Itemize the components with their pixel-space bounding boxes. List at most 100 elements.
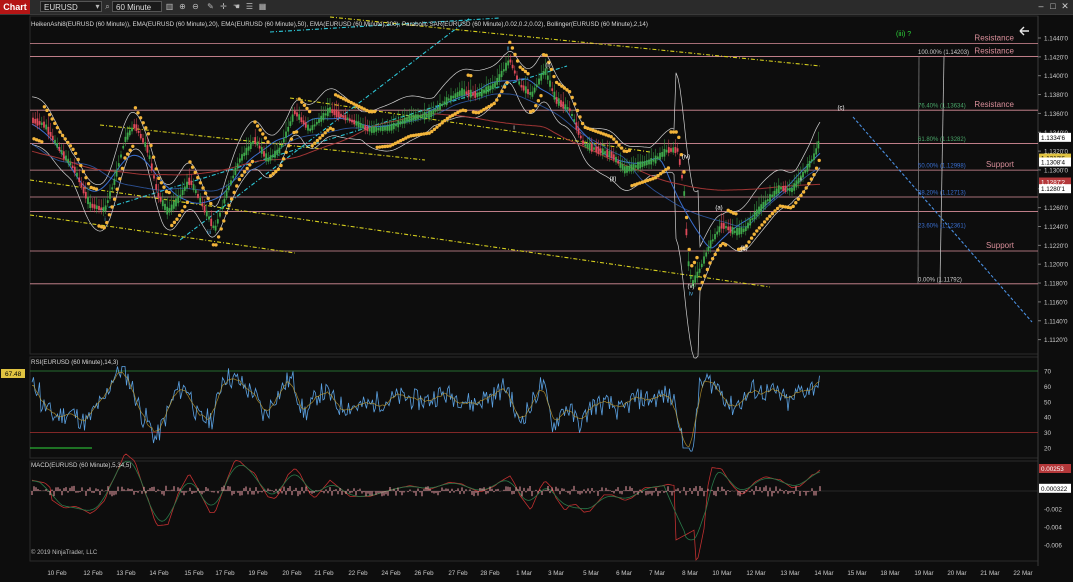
time-axis-label: 6 Mar <box>616 570 632 577</box>
candle-body <box>304 122 307 128</box>
candle-body <box>280 144 283 148</box>
sar-dot <box>430 129 434 134</box>
candle-body <box>76 172 78 177</box>
candle-body <box>106 200 109 203</box>
sar-dot <box>814 166 819 170</box>
candle-body <box>370 126 373 133</box>
candle-body <box>648 159 650 165</box>
time-axis-label: 21 Mar <box>980 570 999 577</box>
candle-body <box>478 92 481 96</box>
candle-body <box>751 217 754 220</box>
candle-body <box>606 149 609 158</box>
candle-body <box>555 97 558 104</box>
sar-dot <box>263 136 268 140</box>
candle-body <box>731 227 734 235</box>
candle-body <box>764 200 767 206</box>
candle-body <box>430 110 433 118</box>
sar-dot <box>149 143 153 148</box>
candle-body <box>337 111 340 118</box>
sar-dot <box>469 73 473 78</box>
fib-level-label: 76.40% (1.13634) <box>918 104 966 110</box>
candle-body <box>749 218 752 226</box>
sar-dot <box>372 109 377 114</box>
macd-label: MACD(EURUSD (60 Minute),5,34,5) <box>31 462 131 469</box>
candle-body <box>725 226 727 229</box>
sar-dot <box>300 100 304 104</box>
wave-annotation: (c) <box>838 106 845 112</box>
sar-dot <box>700 280 704 285</box>
sar-dot <box>40 140 44 144</box>
sar-dot <box>708 261 712 265</box>
sar-dot <box>281 157 286 161</box>
candle-body <box>458 90 461 96</box>
candle-body <box>802 172 804 178</box>
candle-body <box>102 207 105 212</box>
sar-dot <box>123 156 127 160</box>
fib-level-label: 61.80% (1.13282) <box>918 137 966 143</box>
candle-body <box>480 88 483 97</box>
candle-body <box>45 124 48 130</box>
back-arrow-icon[interactable] <box>1019 26 1029 36</box>
price-axis-label: 1.1220'0 <box>1044 243 1068 250</box>
sar-dot <box>432 127 437 132</box>
candle-body <box>344 115 347 121</box>
candle-body <box>302 120 305 125</box>
candle-body <box>69 162 72 166</box>
sar-dot <box>167 190 171 195</box>
price-axis-label: 1.1440'0 <box>1044 36 1068 43</box>
candle-body <box>434 109 437 112</box>
sar-dot <box>271 171 275 176</box>
candle-body <box>234 167 237 176</box>
candle-body <box>67 158 70 164</box>
candle-body <box>40 122 43 125</box>
candle-body <box>742 228 745 232</box>
sar-dot <box>804 186 808 190</box>
candle-body <box>392 122 395 130</box>
candle-body <box>307 124 309 131</box>
candle-body <box>784 185 787 192</box>
sar-dot <box>552 74 556 79</box>
candle-body <box>716 231 719 235</box>
candle-body <box>276 149 279 155</box>
sar-dot <box>253 120 257 124</box>
candle-body <box>49 132 52 137</box>
time-axis-label: 8 Mar <box>682 570 698 577</box>
candle-body <box>696 271 699 279</box>
candle-body <box>212 225 215 229</box>
candle-body <box>760 204 763 212</box>
sar-dot <box>66 140 70 145</box>
sar-dot <box>573 102 577 106</box>
sar-dot <box>180 209 184 213</box>
candle-body <box>267 157 270 162</box>
candle-body <box>533 87 536 93</box>
sar-dot <box>81 169 86 174</box>
sar-dot <box>495 98 499 102</box>
time-axis-label: 15 Feb <box>184 570 204 577</box>
trend-line <box>29 214 296 254</box>
candle-body <box>738 227 741 235</box>
candle-body <box>608 151 611 158</box>
sar-dot <box>125 152 130 156</box>
sar-dot <box>307 109 312 114</box>
candle-body <box>505 62 507 71</box>
trend-line <box>179 17 471 241</box>
sar-dot <box>440 121 444 125</box>
chart-canvas[interactable]: ii(i)iiiii(ii)(iv)(a)(b)(c)(v)ivi 1.1440… <box>0 0 1073 582</box>
candle-body <box>287 126 290 132</box>
candle-body <box>549 80 551 87</box>
candle-body <box>386 125 389 131</box>
candle-body <box>362 124 364 129</box>
wave-label: (iii) ? <box>896 31 911 38</box>
sar-dot <box>765 217 769 221</box>
time-axis-label: 26 Feb <box>414 570 434 577</box>
sar-dot <box>682 170 686 174</box>
sar-dot <box>684 215 689 220</box>
sar-dot <box>690 264 694 268</box>
candle-body <box>474 91 477 98</box>
candle-body <box>575 122 578 130</box>
sar-dot <box>190 165 195 169</box>
candle-body <box>414 114 417 121</box>
candle-body <box>678 159 681 165</box>
price-axis-label: 1.1300'0 <box>1044 167 1068 174</box>
candle-body <box>388 125 391 131</box>
